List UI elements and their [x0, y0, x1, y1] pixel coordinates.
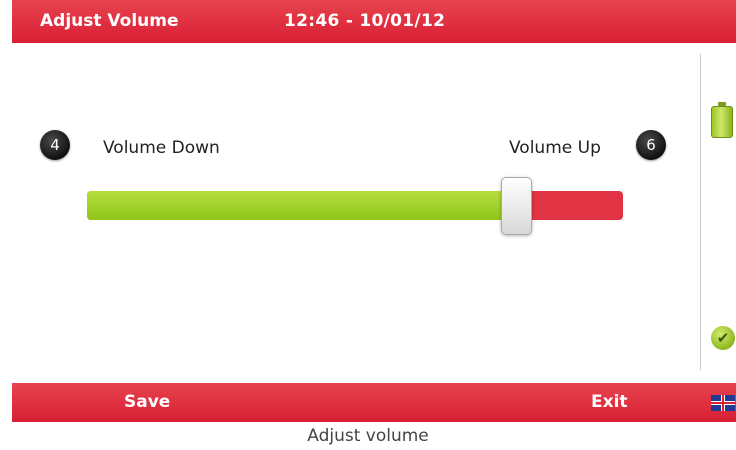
volume-up-label: Volume Up	[509, 138, 601, 158]
date-time: 12:46 - 10/01/12	[284, 11, 446, 31]
softkey-bar: Save Exit	[12, 383, 736, 422]
image-caption: Adjust volume	[307, 426, 429, 446]
device-screen: Adjust Volume 12:46 - 10/01/12 4 Volume …	[0, 0, 736, 422]
volume-slider-fill	[87, 191, 516, 220]
exit-button[interactable]: Exit	[591, 392, 628, 412]
save-button[interactable]: Save	[124, 392, 170, 412]
volume-up-key-icon[interactable]: 6	[636, 130, 666, 160]
check-icon: ✔	[711, 326, 735, 350]
battery-icon	[711, 102, 733, 138]
title-bar: Adjust Volume 12:46 - 10/01/12	[12, 0, 736, 43]
volume-slider-track[interactable]	[87, 191, 623, 220]
uk-flag-icon[interactable]	[711, 395, 735, 411]
volume-down-key-icon[interactable]: 4	[40, 130, 70, 160]
volume-slider-thumb[interactable]	[501, 177, 532, 235]
screen-title: Adjust Volume	[40, 11, 179, 31]
volume-down-label: Volume Down	[103, 138, 220, 158]
status-divider	[700, 54, 701, 370]
